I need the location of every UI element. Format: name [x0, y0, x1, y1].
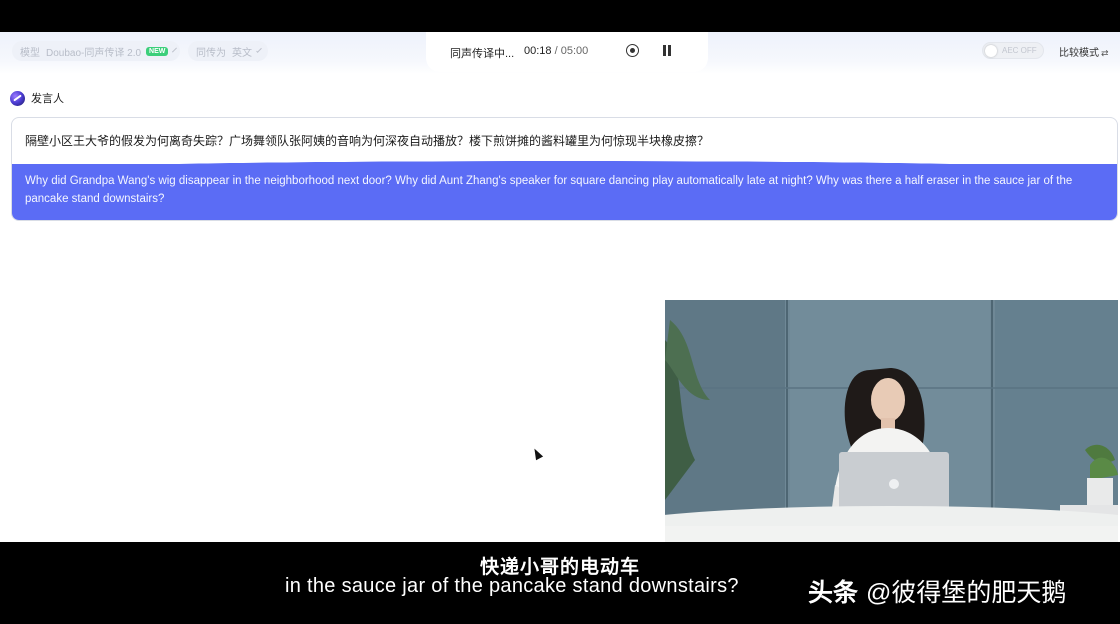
model-selector[interactable]: 模型 Doubao-同声传译 2.0 NEW [12, 41, 180, 61]
compare-mode-label: 比较模式 [1059, 48, 1099, 59]
mouse-cursor-icon [530, 446, 544, 461]
watermark-handle: @彼得堡的肥天鹅 [866, 579, 1067, 607]
aec-toggle[interactable]: AEC OFF [982, 42, 1044, 59]
target-value: 英文 [232, 47, 252, 59]
presenter-video-frame [665, 300, 1118, 542]
chevron-down-icon [172, 47, 178, 52]
transcript-card: 隔壁小区王大爷的假发为何离奇失踪？广场舞领队张阿姨的音响为何深夜自动播放？楼下煎… [11, 117, 1118, 221]
speaker-avatar [10, 90, 25, 106]
speaker-name: 发言人 [31, 93, 64, 105]
presenter-video [665, 300, 1118, 542]
swap-icon: ⇄ [1101, 48, 1109, 58]
time-separator: / [551, 45, 561, 57]
source-text: 隔壁小区王大爷的假发为何离奇失踪？广场舞领队张阿姨的音响为何深夜自动播放？楼下煎… [25, 134, 710, 148]
watermark: 头条 @彼得堡的肥天鹅 [808, 573, 1066, 609]
toggle-knob [985, 44, 997, 57]
pause-icon[interactable] [662, 45, 672, 56]
total-time: 05:00 [560, 45, 589, 57]
session-timer: 00:18 / 05:00 [524, 45, 588, 57]
record-icon[interactable] [626, 44, 639, 57]
translation-text: Why did Grandpa Wang's wig disappear in … [25, 175, 1073, 205]
status-text: 同声传译中... [450, 48, 515, 60]
top-letterbox [0, 0, 1120, 32]
new-badge: NEW [146, 46, 169, 56]
session-status-bar: 同声传译中... 00:18 / 05:00 [426, 32, 708, 72]
speaker-header: 发言人 [10, 90, 64, 106]
toolbar: 模型 Doubao-同声传译 2.0 NEW 同传为 英文 同声传译中... 0… [0, 32, 1120, 74]
subtitle-english: in the sauce jar of the pancake stand do… [285, 575, 739, 597]
aec-label: AEC OFF [1002, 46, 1037, 55]
watermark-brand: 头条 [808, 579, 859, 607]
target-label: 同传为 [196, 47, 226, 59]
model-value: Doubao-同声传译 2.0 [46, 47, 142, 59]
chevron-down-icon [256, 46, 262, 53]
target-language-selector[interactable]: 同传为 英文 [188, 41, 268, 61]
translation-panel: Why did Grandpa Wang's wig disappear in … [12, 160, 1117, 220]
model-label: 模型 [20, 47, 40, 59]
compare-mode-button[interactable]: 比较模式 ⇄ [1059, 44, 1109, 59]
elapsed-time: 00:18 [524, 45, 552, 57]
